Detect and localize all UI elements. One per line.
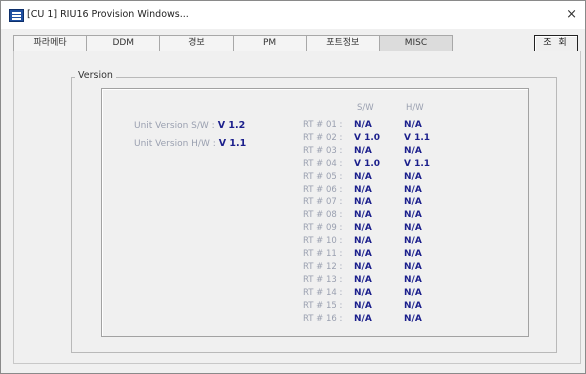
rt-hw-value: N/A [404, 261, 422, 272]
rt-sw-value: N/A [354, 287, 372, 298]
window-title: [CU 1] RIU16 Provision Windows... [27, 9, 189, 20]
rt-hw-value: N/A [404, 145, 422, 156]
provision-window: [CU 1] RIU16 Provision Windows... × 파라메타… [0, 0, 586, 374]
title-bar[interactable]: [CU 1] RIU16 Provision Windows... × [1, 1, 585, 29]
rt-label: RT # 05 : [303, 171, 343, 182]
hw-column-header: H/W [406, 103, 424, 113]
rt-sw-value: N/A [354, 274, 372, 285]
rt-hw-value: N/A [404, 274, 422, 285]
rt-hw-value: N/A [404, 313, 422, 324]
unit-sw-label: Unit Version S/W : [134, 121, 215, 131]
rt-hw-value: N/A [404, 120, 422, 130]
rt-label: RT # 12 : [303, 261, 343, 272]
rt-hw-value: N/A [404, 197, 422, 208]
rt-label: RT # 04 : [303, 158, 343, 169]
rt-sw-value: N/A [354, 197, 372, 208]
rt-label: RT # 03 : [303, 145, 343, 156]
rt-hw-value: V 1.1 [404, 158, 431, 169]
rt-hw-value: N/A [404, 210, 422, 221]
rt-sw-value: N/A [354, 223, 372, 234]
unit-sw-version: Unit Version S/W :V 1.2 [134, 120, 245, 131]
rt-label: RT # 06 : [303, 184, 343, 195]
unit-hw-version: Unit Version H/W :V 1.1 [134, 138, 246, 149]
rt-hw-value: N/A [404, 236, 422, 247]
rt-label: RT # 07 : [303, 197, 343, 208]
rt-hw-value: N/A [404, 300, 422, 311]
rt-sw-value: N/A [354, 210, 372, 221]
rt-sw-value: V 1.0 [354, 132, 381, 143]
rt-label: RT # 02 : [303, 132, 343, 143]
rt-label: RT # 08 : [303, 210, 343, 221]
rt-hw-value: N/A [404, 287, 422, 298]
rt-sw-value: N/A [354, 184, 372, 195]
rt-label: RT # 11 : [303, 249, 343, 259]
rt-label: RT # 10 : [303, 236, 343, 247]
unit-hw-value: V 1.1 [218, 138, 247, 149]
unit-sw-value: V 1.2 [217, 120, 246, 131]
rt-sw-value: N/A [354, 261, 372, 272]
rt-hw-value: N/A [404, 184, 422, 195]
rt-sw-value: N/A [354, 249, 372, 259]
rt-label: RT # 16 : [303, 313, 343, 324]
app-window-icon [9, 9, 24, 22]
sw-column-header: S/W [357, 103, 374, 113]
rt-label: RT # 13 : [303, 274, 343, 285]
rt-hw-value: V 1.1 [404, 132, 431, 143]
rt-sw-value: V 1.0 [354, 158, 381, 169]
rt-label: RT # 15 : [303, 300, 343, 311]
close-icon[interactable]: × [566, 7, 577, 22]
rt-hw-value: N/A [404, 223, 422, 234]
rt-label: RT # 14 : [303, 287, 343, 298]
rt-sw-value: N/A [354, 171, 372, 182]
rt-sw-value: N/A [354, 145, 372, 156]
rt-label: RT # 09 : [303, 223, 343, 234]
tab-bar: 파라메타 DDM 경보 PM 포트정보 MISC [13, 35, 454, 53]
rt-hw-value: N/A [404, 171, 422, 182]
rt-label: RT # 01 : [303, 120, 343, 130]
unit-hw-label: Unit Version H/W : [134, 139, 216, 149]
rt-hw-value: N/A [404, 249, 422, 259]
rt-sw-value: N/A [354, 120, 372, 130]
rt-sw-value: N/A [354, 313, 372, 324]
rt-sw-value: N/A [354, 236, 372, 247]
rt-sw-value: N/A [354, 300, 372, 311]
version-group-label: Version [75, 70, 116, 81]
